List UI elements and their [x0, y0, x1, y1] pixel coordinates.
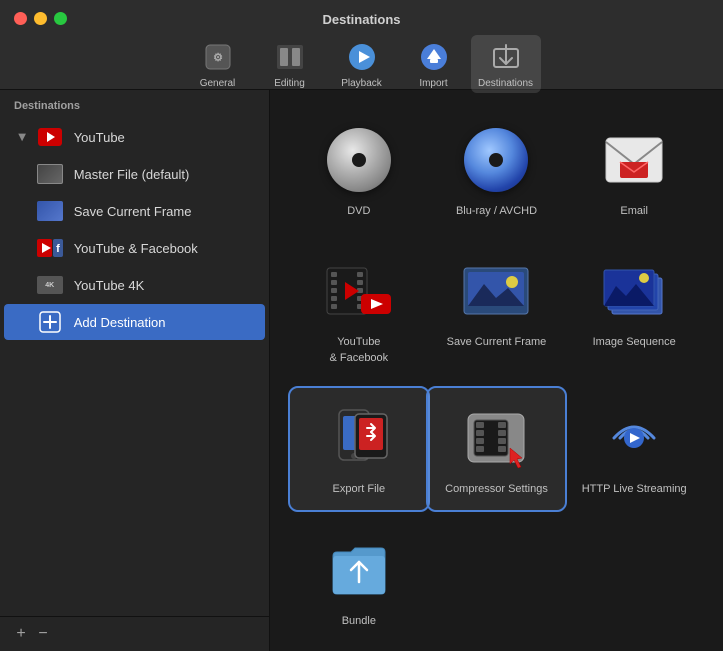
- compressor-grid-icon: [460, 402, 532, 474]
- toolbar-label-editing: Editing: [274, 78, 305, 89]
- grid-item-image-sequence[interactable]: Image Sequence: [565, 241, 703, 378]
- title-bar: Destinations ⚙ General Editing: [0, 0, 723, 90]
- sidebar-arrow-youtube: ▶: [16, 133, 27, 141]
- email-label: Email: [620, 204, 648, 219]
- add-button[interactable]: +: [10, 623, 32, 645]
- grid-item-http-streaming[interactable]: HTTP Live Streaming: [565, 388, 703, 509]
- sidebar-label-frame: Save Current Frame: [74, 204, 251, 219]
- bundle-label: Bundle: [342, 614, 376, 629]
- playback-icon: [344, 39, 380, 75]
- sidebar-label-youtube: YouTube: [74, 130, 251, 145]
- toolbar-label-destinations: Destinations: [478, 78, 533, 89]
- svg-text:⚙: ⚙: [213, 52, 223, 64]
- save-frame-grid-icon: [460, 255, 532, 327]
- general-icon: ⚙: [200, 39, 236, 75]
- minimize-button[interactable]: [34, 12, 47, 25]
- compressor-label: Compressor Settings: [445, 482, 548, 497]
- youtube-facebook-sidebar-icon: f: [36, 237, 64, 259]
- dvd-label: DVD: [347, 204, 370, 219]
- remove-button[interactable]: −: [32, 623, 54, 645]
- grid-item-save-frame[interactable]: Save Current Frame: [428, 241, 566, 378]
- grid-item-compressor[interactable]: Compressor Settings: [428, 388, 566, 509]
- youtube-sidebar-icon: [36, 126, 64, 148]
- email-grid-icon: [598, 124, 670, 196]
- http-streaming-grid-icon: [598, 402, 670, 474]
- grid-item-email[interactable]: Email: [565, 110, 703, 231]
- toolbar-label-general: General: [200, 78, 236, 89]
- svg-text:f: f: [56, 243, 60, 255]
- grid-panel: DVD Blu-ray / AVCHD: [270, 90, 723, 651]
- sidebar-label-yt4k: YouTube 4K: [74, 278, 251, 293]
- sidebar-item-master-file[interactable]: ▶ Master File (default): [4, 156, 265, 192]
- bundle-grid-icon: [323, 534, 395, 606]
- toolbar-item-destinations[interactable]: Destinations: [471, 35, 541, 93]
- image-seq-label: Image Sequence: [593, 335, 676, 350]
- toolbar: ⚙ General Editing: [183, 35, 541, 93]
- dvd-grid-icon: [323, 124, 395, 196]
- sidebar-item-youtube-facebook[interactable]: ▶ f YouTube & Facebook: [4, 230, 265, 266]
- import-icon: [416, 39, 452, 75]
- toolbar-item-editing[interactable]: Editing: [255, 35, 325, 93]
- destinations-grid: DVD Blu-ray / AVCHD: [290, 110, 703, 641]
- grid-item-bluray[interactable]: Blu-ray / AVCHD: [428, 110, 566, 231]
- grid-item-dvd[interactable]: DVD: [290, 110, 428, 231]
- sidebar-label-master: Master File (default): [74, 167, 251, 182]
- ytfb-label: YouTube& Facebook: [329, 335, 388, 366]
- save-frame-label: Save Current Frame: [447, 335, 547, 350]
- ytfb-grid-icon: [323, 255, 395, 327]
- bluray-label: Blu-ray / AVCHD: [456, 204, 537, 219]
- sidebar-label-ytfb: YouTube & Facebook: [74, 241, 251, 256]
- sidebar-item-add-destination[interactable]: ▶ Add Destination: [4, 304, 265, 340]
- toolbar-label-playback: Playback: [341, 78, 382, 89]
- toolbar-item-general[interactable]: ⚙ General: [183, 35, 253, 93]
- traffic-lights: [14, 12, 67, 25]
- grid-item-export-file[interactable]: Export File: [290, 388, 428, 509]
- image-seq-grid-icon: [598, 255, 670, 327]
- toolbar-item-playback[interactable]: Playback: [327, 35, 397, 93]
- grid-item-bundle[interactable]: Bundle: [290, 520, 428, 641]
- master-file-sidebar-icon: [36, 163, 64, 185]
- sidebar-item-youtube-4k[interactable]: ▶ 4K YouTube 4K: [4, 267, 265, 303]
- main-content: Destinations ▶ YouTube ▶ Master File (de…: [0, 90, 723, 651]
- toolbar-label-import: Import: [419, 78, 447, 89]
- editing-icon: [272, 39, 308, 75]
- sidebar-item-save-frame[interactable]: ▶ Save Current Frame: [4, 193, 265, 229]
- toolbar-item-import[interactable]: Import: [399, 35, 469, 93]
- zoom-button[interactable]: [54, 12, 67, 25]
- bluray-grid-icon: [460, 124, 532, 196]
- sidebar-item-youtube[interactable]: ▶ YouTube: [4, 119, 265, 155]
- export-file-label: Export File: [333, 482, 386, 497]
- window-title: Destinations: [322, 12, 400, 27]
- destinations-icon: [488, 39, 524, 75]
- export-file-grid-icon: [323, 402, 395, 474]
- close-button[interactable]: [14, 12, 27, 25]
- add-destination-sidebar-icon: [36, 311, 64, 333]
- save-frame-sidebar-icon: [36, 200, 64, 222]
- grid-item-ytfb[interactable]: YouTube& Facebook: [290, 241, 428, 378]
- http-streaming-label: HTTP Live Streaming: [582, 482, 687, 497]
- youtube-4k-sidebar-icon: 4K: [36, 274, 64, 296]
- sidebar-footer: + −: [0, 616, 269, 651]
- sidebar-list: ▶ YouTube ▶ Master File (default) ▶: [0, 118, 269, 616]
- sidebar: Destinations ▶ YouTube ▶ Master File (de…: [0, 90, 270, 651]
- sidebar-header: Destinations: [0, 90, 269, 118]
- sidebar-label-add: Add Destination: [74, 315, 251, 330]
